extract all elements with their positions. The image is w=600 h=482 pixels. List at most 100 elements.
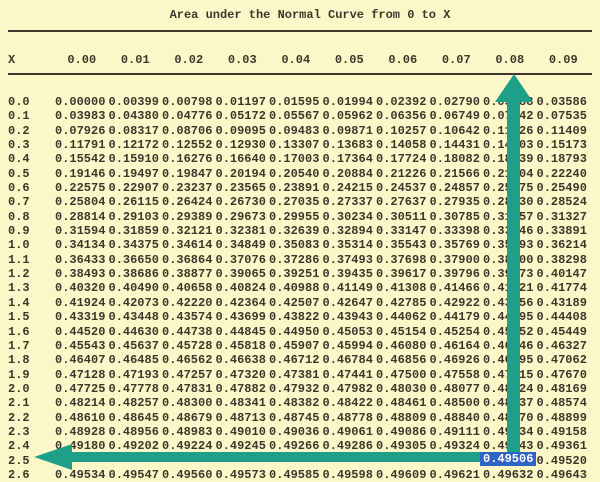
table-cell: 0.13307 xyxy=(269,138,323,152)
table-cell: 0.31594 xyxy=(55,224,109,238)
row-label: 0.8 xyxy=(8,210,55,224)
corner-header-x: X xyxy=(8,53,55,67)
table-cell: 0.05962 xyxy=(323,109,377,123)
table-cell: 0.34614 xyxy=(162,238,216,252)
highlighted-cell[interactable]: 0.49506 xyxy=(480,452,536,466)
table-cell: 0.46638 xyxy=(216,353,270,367)
table-cell: 0.00399 xyxy=(109,95,163,109)
table-row: 2.20.486100.486450.486790.487130.487450.… xyxy=(8,411,590,425)
table-cell: 0.12552 xyxy=(162,138,216,152)
table-cell: 0.43448 xyxy=(109,310,163,324)
table-cell: 0.40824 xyxy=(216,281,270,295)
table-row: 0.10.039830.043800.047760.051720.055670.… xyxy=(8,109,590,123)
row-label: 0.6 xyxy=(8,181,55,195)
table-cell: 0.46712 xyxy=(269,353,323,367)
table-cell: 0.46926 xyxy=(430,353,484,367)
table-cell: 0.20540 xyxy=(269,167,323,181)
table-cell: 0.46407 xyxy=(55,353,109,367)
row-label: 2.1 xyxy=(8,396,55,410)
row-label: 2.2 xyxy=(8,411,55,425)
column-header: 0.08 xyxy=(483,53,537,67)
table-cell: 0.17003 xyxy=(269,152,323,166)
table-cell: 0.47558 xyxy=(430,368,484,382)
table-cell: 0.44062 xyxy=(376,310,430,324)
table-cell: 0.49010 xyxy=(216,425,270,439)
table-cell: 0.49036 xyxy=(269,425,323,439)
table-cell: 0.46856 xyxy=(376,353,430,367)
normal-curve-table-page: { "title": "Area under the Normal Curve … xyxy=(0,0,600,480)
table-cell: 0.25804 xyxy=(55,195,109,209)
table-cell: 0.40320 xyxy=(55,281,109,295)
table-cell: 0.36864 xyxy=(162,253,216,267)
table-cell: 0.41308 xyxy=(376,281,430,295)
table-cell: 0.48899 xyxy=(537,411,591,425)
table-cell: 0.44408 xyxy=(537,310,591,324)
table-cell: 0.18793 xyxy=(537,152,591,166)
table-cell: 0.26424 xyxy=(162,195,216,209)
table-cell: 0.37493 xyxy=(323,253,377,267)
table-cell: 0.08317 xyxy=(109,124,163,138)
table-cell: 0.48956 xyxy=(109,425,163,439)
table-cell: 0.06749 xyxy=(430,109,484,123)
table-row: 0.50.191460.194970.198470.201940.205400.… xyxy=(8,167,590,181)
arrow-up-shaft xyxy=(507,100,520,456)
table-cell: 0.41466 xyxy=(430,281,484,295)
table-cell: 0.48679 xyxy=(162,411,216,425)
table-row: 1.20.384930.386860.388770.390650.392510.… xyxy=(8,267,590,281)
table-cell: 0.48382 xyxy=(269,396,323,410)
table-row: 0.80.288140.291030.293890.296730.299550.… xyxy=(8,210,590,224)
table-cell: 0.32894 xyxy=(323,224,377,238)
table-cell: 0.41774 xyxy=(537,281,591,295)
table-row: 1.80.464070.464850.465620.466380.467120.… xyxy=(8,353,590,367)
table-cell: 0.26115 xyxy=(109,195,163,209)
row-label: 0.4 xyxy=(8,152,55,166)
table-cell: 0.47932 xyxy=(269,382,323,396)
table-cell: 0.42785 xyxy=(376,296,430,310)
table-cell: 0.36433 xyxy=(55,253,109,267)
table-cell: 0.39796 xyxy=(430,267,484,281)
row-label: 0.3 xyxy=(8,138,55,152)
table-row: 1.00.341340.343750.346140.348490.350830.… xyxy=(8,238,590,252)
table-cell: 0.30785 xyxy=(430,210,484,224)
table-cell: 0.14431 xyxy=(430,138,484,152)
table-cell: 0.40490 xyxy=(109,281,163,295)
row-label: 0.1 xyxy=(8,109,55,123)
row-label: 1.7 xyxy=(8,339,55,353)
table-cell: 0.44845 xyxy=(216,325,270,339)
table-header-row: X0.000.010.020.030.040.050.060.070.080.0… xyxy=(8,53,590,67)
table-cell: 0.18082 xyxy=(430,152,484,166)
table-cell: 0.40988 xyxy=(269,281,323,295)
table-cell: 0.48610 xyxy=(55,411,109,425)
table-cell: 0.48030 xyxy=(376,382,430,396)
column-header: 0.05 xyxy=(323,53,377,67)
table-cell: 0.46164 xyxy=(430,339,484,353)
table-cell: 0.42647 xyxy=(323,296,377,310)
row-label: 2.0 xyxy=(8,382,55,396)
table-cell: 0.39435 xyxy=(323,267,377,281)
table-cell: 0.20884 xyxy=(323,167,377,181)
table-cell: 0.27935 xyxy=(430,195,484,209)
table-cell: 0.29389 xyxy=(162,210,216,224)
table-cell: 0.35314 xyxy=(323,238,377,252)
table-cell: 0.44950 xyxy=(269,325,323,339)
table-cell: 0.09095 xyxy=(216,124,270,138)
table-row: 0.40.155420.159100.162760.166400.170030.… xyxy=(8,152,590,166)
table-cell: 0.49158 xyxy=(537,425,591,439)
table-cell: 0.45907 xyxy=(269,339,323,353)
table-cell: 0.43574 xyxy=(162,310,216,324)
table-cell: 0.19146 xyxy=(55,167,109,181)
table-cell: 0.20194 xyxy=(216,167,270,181)
row-label: 1.6 xyxy=(8,325,55,339)
table-cell: 0.48077 xyxy=(430,382,484,396)
table-cell: 0.12930 xyxy=(216,138,270,152)
table-cell: 0.45994 xyxy=(323,339,377,353)
table-cell: 0.32381 xyxy=(216,224,270,238)
table-cell: 0.38686 xyxy=(109,267,163,281)
table-cell: 0.39251 xyxy=(269,267,323,281)
table-cell: 0.16640 xyxy=(216,152,270,166)
table-cell: 0.45254 xyxy=(430,325,484,339)
table-cell: 0.31859 xyxy=(109,224,163,238)
table-cell: 0.49520 xyxy=(537,454,591,468)
table-cell: 0.34849 xyxy=(216,238,270,252)
table-cell: 0.25490 xyxy=(537,181,591,195)
